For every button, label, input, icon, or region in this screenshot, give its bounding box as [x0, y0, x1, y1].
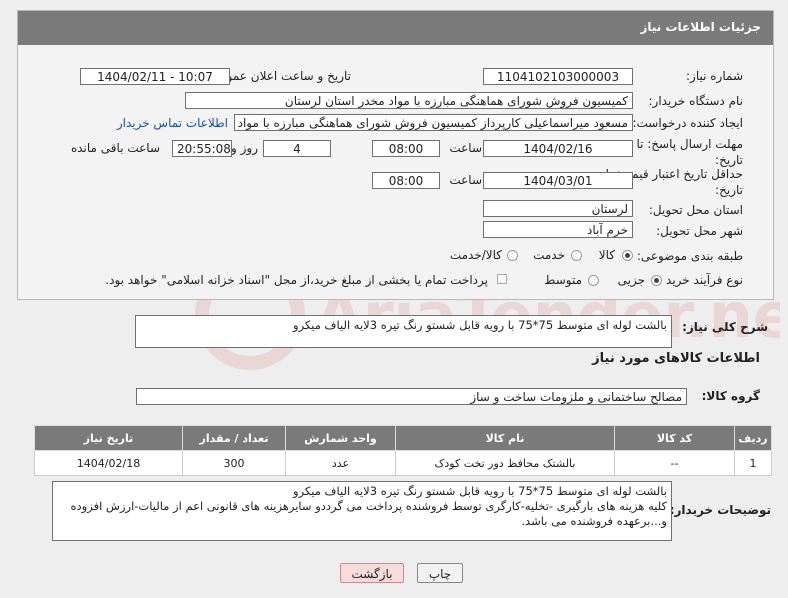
process-medium-label: متوسط: [544, 273, 582, 287]
goods-name-cell: بالشتک محافظ دور تخت کودک: [395, 450, 615, 476]
buyer-notes-label: توضیحات خریدار:: [669, 503, 771, 517]
summary-textarea[interactable]: بالشت لوله ای متوسط 75*75 با رویه قابل ش…: [135, 315, 672, 348]
process-medium-radio[interactable]: [588, 275, 599, 286]
goods-table: ردیف کد کالا نام کالا واحد شمارش تعداد /…: [34, 425, 772, 476]
buyer-notes-line: و...برعهده فروشنده می باشد.: [521, 514, 667, 528]
category-label: طبقه بندی موضوعی:: [636, 249, 743, 263]
deadline-label: مهلت ارسال پاسخ: تا تاریخ:: [636, 137, 743, 167]
category-both-label: کالا/خدمت: [449, 248, 502, 262]
summary-label: شرح کلی نیاز:: [682, 320, 768, 334]
deadline-time-label: ساعت: [449, 141, 482, 155]
deadline-time-field: 08:00: [372, 140, 440, 157]
process-minor-label: جزیی: [617, 273, 645, 287]
validity-time-field: 08:00: [372, 172, 440, 189]
treasury-payment-note: پرداخت تمام یا بخشی از مبلغ خرید،از محل …: [105, 273, 488, 287]
category-service-label: خدمت: [533, 248, 565, 262]
process-minor-radio[interactable]: [651, 275, 662, 286]
goods-table-header: ردیف کد کالا نام کالا واحد شمارش تعداد /…: [34, 425, 772, 451]
days-label: روز و: [231, 141, 258, 155]
buyer-notes-line: بالشت لوله ای متوسط 75*75 با رویه قابل ش…: [293, 484, 667, 498]
need-number-label: شماره نیاز:: [686, 69, 743, 83]
buyer-notes-line: کلیه هزینه های بارگیری -تخلیه-کارگری توس…: [70, 499, 667, 513]
goods-group-field: مصالح ساختمانی و ملزومات ساخت و ساز: [136, 388, 687, 405]
col-unit-header: واحد شمارش: [285, 425, 396, 451]
panel-title: جزئیات اطلاعات نیاز: [640, 20, 761, 34]
requester-label: ایجاد کننده درخواست:: [632, 116, 743, 130]
col-qty-header: تعداد / مقدار: [182, 425, 286, 451]
city-label: شهر محل تحویل:: [656, 224, 743, 238]
back-button[interactable]: بازگشت: [340, 563, 404, 583]
process-label: نوع فرآیند خرید :: [658, 273, 743, 287]
buyer-notes-textarea[interactable]: بالشت لوله ای متوسط 75*75 با رویه قابل ش…: [52, 481, 672, 541]
unit-cell: عدد: [285, 450, 396, 476]
goods-code-cell: --: [614, 450, 735, 476]
buyer-contact-link[interactable]: اطلاعات تماس خریدار: [117, 116, 228, 130]
buyer-org-label: نام دستگاه خریدار:: [648, 94, 744, 108]
category-goods-radio[interactable]: [622, 250, 633, 261]
days-remaining-field: 4: [263, 140, 331, 157]
city-field: خرم آباد: [483, 221, 633, 238]
requester-field: مسعود میراسماعیلی کارپرداز کمیسیون فروش …: [234, 114, 633, 131]
time-remaining-label: ساعت باقی مانده: [70, 141, 160, 155]
time-remaining-field: 20:55:08: [172, 140, 232, 157]
goods-section-title: اطلاعات کالاهای مورد نیاز: [592, 351, 760, 366]
print-button[interactable]: چاپ: [417, 563, 463, 583]
col-code-header: کد کالا: [614, 425, 735, 451]
announce-field: 1404/02/11 - 10:07: [80, 68, 230, 85]
category-goods-label: کالا: [598, 248, 615, 262]
goods-group-label: گروه کالا:: [701, 389, 760, 403]
province-label: استان محل تحویل:: [648, 203, 743, 217]
deadline-date-field: 1404/02/16: [483, 140, 633, 157]
panel-header: جزئیات اطلاعات نیاز: [18, 11, 773, 45]
quantity-cell: 300: [182, 450, 286, 476]
validity-date-field: 1404/03/01: [483, 172, 633, 189]
treasury-payment-checkbox[interactable]: [497, 274, 507, 284]
col-date-header: تاریخ نیاز: [34, 425, 183, 451]
category-service-radio[interactable]: [571, 250, 582, 261]
col-name-header: نام کالا: [395, 425, 615, 451]
row-number-cell: 1: [734, 450, 772, 476]
buyer-org-field: کمیسیون فروش شورای هماهنگی مبارزه با موا…: [185, 92, 633, 109]
need-date-cell: 1404/02/18: [34, 450, 183, 476]
validity-time-label: ساعت: [449, 173, 482, 187]
province-field: لرستان: [483, 200, 633, 217]
need-number-field: 1104102103000003: [483, 68, 633, 85]
col-row-header: ردیف: [734, 425, 772, 451]
category-both-radio[interactable]: [507, 250, 518, 261]
table-row: 1 -- بالشتک محافظ دور تخت کودک عدد 300 1…: [34, 450, 772, 476]
